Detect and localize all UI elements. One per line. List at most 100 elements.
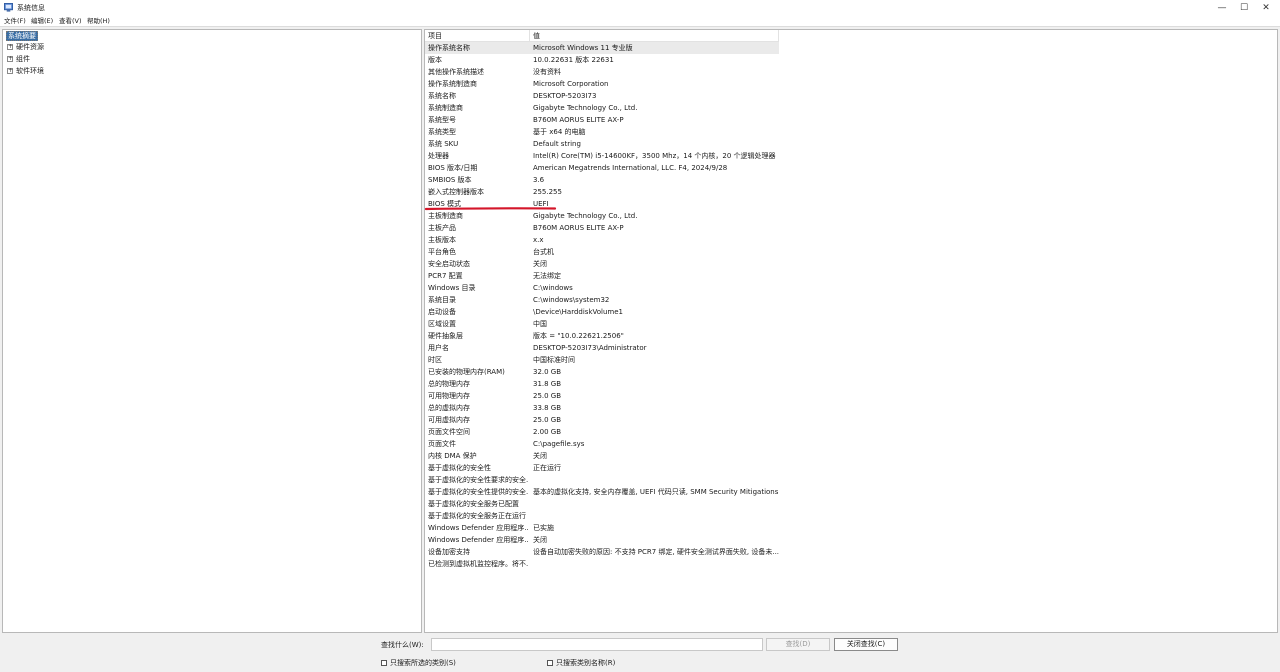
table-row[interactable]: BIOS 模式 UEFI <box>425 198 779 210</box>
expand-plus-icon[interactable]: + <box>7 44 13 50</box>
cell-value: 已实施 <box>533 524 554 532</box>
table-row[interactable]: 基于虚拟化的安全性要求的安全... <box>425 474 779 486</box>
tree-item-label: 硬件资源 <box>16 43 44 51</box>
cell-value: 关闭 <box>533 452 547 460</box>
cell-value: 基于 x64 的电脑 <box>533 128 586 136</box>
table-row[interactable]: 版本 10.0.22631 版本 22631 <box>425 54 779 66</box>
table-row[interactable]: BIOS 版本/日期 American Megatrends Internatio… <box>425 162 779 174</box>
cell-value: Microsoft Corporation <box>533 80 609 88</box>
checkbox-icon[interactable] <box>547 660 553 666</box>
cell-item: 处理器 <box>428 152 449 160</box>
details-list[interactable]: 项目 值 操作系统名称 Microsoft Windows 11 专业版 版本 10.… <box>424 29 1278 633</box>
table-row[interactable]: 主板版本 x.x <box>425 234 779 246</box>
menu-help[interactable]: 帮助(H) <box>87 17 110 26</box>
cell-item: 操作系统名称 <box>428 44 470 52</box>
table-row[interactable]: Windows Defender 应用程序... 关闭 <box>425 534 779 546</box>
table-row[interactable]: 设备加密支持 设备自动加密失败的原因: 不支持 PCR7 绑定, 硬件安全测试界面… <box>425 546 779 558</box>
table-row[interactable]: 区域设置 中国 <box>425 318 779 330</box>
list-header: 项目 值 <box>425 30 779 42</box>
table-row[interactable]: Windows Defender 应用程序... 已实施 <box>425 522 779 534</box>
cell-value: 33.8 GB <box>533 404 562 412</box>
table-row[interactable]: 操作系统名称 Microsoft Windows 11 专业版 <box>425 42 779 54</box>
cell-item: 基于虚拟化的安全性要求的安全... <box>428 476 529 484</box>
cell-value: 31.8 GB <box>533 380 562 388</box>
table-row[interactable]: 系统型号 B760M AORUS ELITE AX-P <box>425 114 779 126</box>
tree-item-hardware-resources[interactable]: + 硬件资源 <box>7 42 44 53</box>
cell-value: Intel(R) Core(TM) i5-14600KF，3500 Mhz，14… <box>533 152 776 160</box>
tree-item-label: 系统摘要 <box>6 31 38 41</box>
table-row[interactable]: 操作系统制造商 Microsoft Corporation <box>425 78 779 90</box>
table-row[interactable]: 系统目录 C:\windows\system32 <box>425 294 779 306</box>
column-header-item[interactable]: 项目 <box>425 30 530 42</box>
table-row[interactable]: 系统类型 基于 x64 的电脑 <box>425 126 779 138</box>
cell-item: 安全启动状态 <box>428 260 470 268</box>
table-row[interactable]: 时区 中国标准时间 <box>425 354 779 366</box>
table-row[interactable]: 基于虚拟化的安全服务已配置 <box>425 498 779 510</box>
cell-value: DESKTOP-5203I73 <box>533 92 597 100</box>
expand-plus-icon[interactable]: + <box>7 68 13 74</box>
table-row[interactable]: SMBIOS 版本 3.6 <box>425 174 779 186</box>
list-rows: 操作系统名称 Microsoft Windows 11 专业版 版本 10.0.226… <box>425 42 779 570</box>
checkbox-icon[interactable] <box>381 660 387 666</box>
cell-item: 时区 <box>428 356 442 364</box>
table-row[interactable]: 页面文件 C:\pagefile.sys <box>425 438 779 450</box>
find-button[interactable]: 查找(D) <box>766 638 830 651</box>
table-row[interactable]: 处理器 Intel(R) Core(TM) i5-14600KF，3500 Mhz… <box>425 150 779 162</box>
cell-item: 区域设置 <box>428 320 456 328</box>
table-row[interactable]: 硬件抽象层 版本 = "10.0.22621.2506" <box>425 330 779 342</box>
table-row[interactable]: 总的虚拟内存 33.8 GB <box>425 402 779 414</box>
table-row[interactable]: 已检测到虚拟机监控程序。将不... <box>425 558 779 570</box>
table-row[interactable]: 已安装的物理内存(RAM) 32.0 GB <box>425 366 779 378</box>
search-selected-category-checkbox[interactable]: 只搜索所选的类别(S) <box>381 658 456 668</box>
table-row[interactable]: Windows 目录 C:\windows <box>425 282 779 294</box>
cell-item: Windows Defender 应用程序... <box>428 536 529 544</box>
find-input[interactable] <box>431 638 763 651</box>
cell-value: 3.6 <box>533 176 545 184</box>
system-information-window: 系统信息 — ☐ ✕ 文件(F) 编辑(E) 查看(V) 帮助(H) 系统摘要 … <box>0 0 1280 672</box>
checkbox-label: 只搜索类别名称(R) <box>556 659 616 667</box>
cell-item: 嵌入式控制器版本 <box>428 188 484 196</box>
table-row[interactable]: 系统 SKU Default string <box>425 138 779 150</box>
table-row[interactable]: 启动设备 \Device\HarddiskVolume1 <box>425 306 779 318</box>
search-category-names-checkbox[interactable]: 只搜索类别名称(R) <box>547 658 615 668</box>
table-row[interactable]: PCR7 配置 无法绑定 <box>425 270 779 282</box>
menu-file[interactable]: 文件(F) <box>4 17 26 26</box>
find-bar: 查找什么(W): 查找(D) 关闭查找(C) 只搜索所选的类别(S) 只搜索类别… <box>0 634 1280 672</box>
column-header-value[interactable]: 值 <box>530 30 779 42</box>
table-row[interactable]: 安全启动状态 关闭 <box>425 258 779 270</box>
menu-bar: 文件(F) 编辑(E) 查看(V) 帮助(H) <box>0 16 1280 27</box>
table-row[interactable]: 主板产品 B760M AORUS ELITE AX-P <box>425 222 779 234</box>
system-information-icon <box>4 3 13 12</box>
table-row[interactable]: 嵌入式控制器版本 255.255 <box>425 186 779 198</box>
cell-item: 基于虚拟化的安全服务已配置 <box>428 500 519 508</box>
cell-value: 基本的虚拟化支持, 安全内存覆盖, UEFI 代码只读, SMM Securit… <box>533 488 779 496</box>
table-row[interactable]: 基于虚拟化的安全性 正在运行 <box>425 462 779 474</box>
tree-item-components[interactable]: + 组件 <box>7 54 30 65</box>
category-tree[interactable]: 系统摘要 + 硬件资源 + 组件 + 软件环境 <box>2 29 422 633</box>
table-row[interactable]: 页面文件空间 2.00 GB <box>425 426 779 438</box>
table-row[interactable]: 基于虚拟化的安全服务正在运行 <box>425 510 779 522</box>
table-row[interactable]: 平台角色 台式机 <box>425 246 779 258</box>
cell-item: 系统名称 <box>428 92 456 100</box>
cell-value: C:\pagefile.sys <box>533 440 585 448</box>
menu-view[interactable]: 查看(V) <box>59 17 82 26</box>
tree-item-label: 组件 <box>16 55 30 63</box>
menu-edit[interactable]: 编辑(E) <box>31 17 53 26</box>
table-row[interactable]: 用户名 DESKTOP-5203I73\Administrator <box>425 342 779 354</box>
expand-plus-icon[interactable]: + <box>7 56 13 62</box>
cell-value: x.x <box>533 236 544 244</box>
table-row[interactable]: 其他操作系统描述 没有资料 <box>425 66 779 78</box>
tree-item-software-environment[interactable]: + 软件环境 <box>7 66 44 77</box>
table-row[interactable]: 基于虚拟化的安全性提供的安全... 基本的虚拟化支持, 安全内存覆盖, UEFI … <box>425 486 779 498</box>
table-row[interactable]: 主板制造商 Gigabyte Technology Co., Ltd. <box>425 210 779 222</box>
table-row[interactable]: 系统名称 DESKTOP-5203I73 <box>425 90 779 102</box>
table-row[interactable]: 可用物理内存 25.0 GB <box>425 390 779 402</box>
table-row[interactable]: 可用虚拟内存 25.0 GB <box>425 414 779 426</box>
tree-item-system-summary[interactable]: 系统摘要 <box>6 31 38 42</box>
close-button[interactable]: ✕ <box>1252 0 1280 16</box>
table-row[interactable]: 总的物理内存 31.8 GB <box>425 378 779 390</box>
table-row[interactable]: 内核 DMA 保护 关闭 <box>425 450 779 462</box>
cell-item: 用户名 <box>428 344 449 352</box>
table-row[interactable]: 系统制造商 Gigabyte Technology Co., Ltd. <box>425 102 779 114</box>
close-find-button[interactable]: 关闭查找(C) <box>834 638 898 651</box>
